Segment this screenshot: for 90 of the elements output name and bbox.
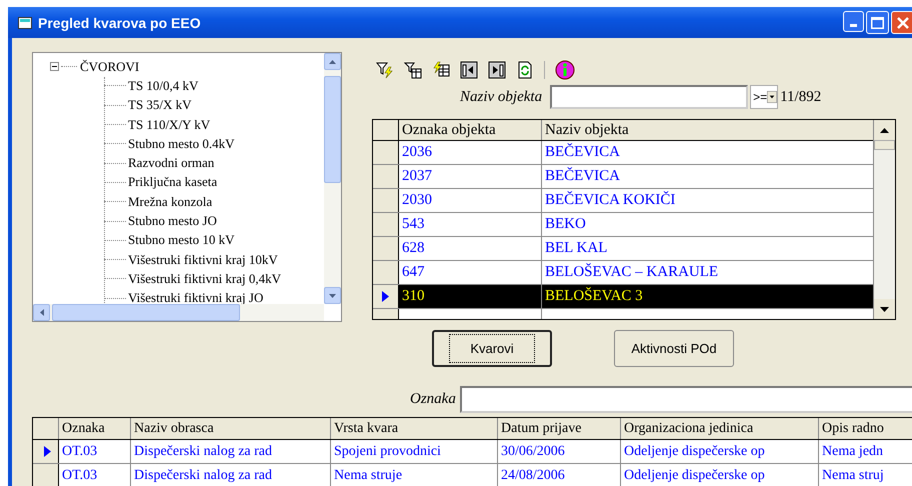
tree-item[interactable]: ČVOROVI [80,58,140,75]
search-label: Naziv objekta [460,88,542,106]
table-cell: Odeljenje dispečerske op [621,464,819,486]
tree-item[interactable]: TS 35/X kV [128,97,192,114]
table-cell: 543 [399,213,542,236]
table-cell-text: BEČEVICA KOKIČI [544,190,676,210]
operator-dropdown[interactable]: >= [750,85,778,109]
maximize-icon [871,16,884,28]
column-header[interactable]: Naziv objekta [542,120,873,140]
table-cell: Dispečerski nalog za rad [131,440,331,463]
scroll-thumb[interactable] [324,76,341,183]
filter-icon[interactable] [376,61,394,79]
table-cell-text: BELOŠEVAC – KARAULE [544,262,720,282]
vertical-scrollbar[interactable] [873,120,895,319]
column-header[interactable]: Opis radno [819,418,912,439]
tree-item[interactable]: Stubno mesto 0.4kV [128,136,235,152]
column-header[interactable]: Naziv obrasca [131,418,331,439]
up-arrow-icon[interactable] [880,128,889,132]
tree-item[interactable]: Višestruki fiktivni kraj 10kV [128,252,278,268]
collapse-icon[interactable] [50,62,59,72]
table-cell: 647 [399,261,542,284]
table-cell: OT.03 [59,440,131,463]
table-cell: Odeljenje dispečerske op [621,440,819,463]
window-icon [18,16,32,28]
table-cell-text: BEKO [544,215,587,234]
vertical-scrollbar[interactable] [324,53,341,304]
table-row[interactable]: 2036 BEČEVICA [373,141,873,165]
refresh-icon[interactable] [516,61,534,79]
table-cell: Nema struj [819,464,912,486]
table-cell: 310 [399,285,542,308]
table-cell-text: BEČEVICA [544,142,621,162]
table-cell: Nema jedn [819,440,912,463]
tree-item[interactable]: Razvodni orman [128,155,214,172]
column-header[interactable]: Vrsta kvara [331,418,498,439]
table-cell: BELOŠEVAC 3 [542,285,873,308]
filter-table-icon[interactable] [404,61,422,79]
table-row[interactable]: 2030 BEČEVICA KOKIČI [373,189,873,213]
scroll-thumb[interactable] [874,140,895,150]
tree-item[interactable]: TS 110/X/Y kV [128,116,210,133]
table-cell: 24/08/2006 [498,464,621,486]
column-header[interactable]: Datum prijave [498,418,621,439]
table-row[interactable]: 310 BELOŠEVAC 3 [373,285,873,309]
close-icon [896,16,908,28]
close-button[interactable] [891,11,912,34]
search-field[interactable] [550,85,748,109]
clear-filter-icon[interactable] [432,61,450,79]
row-pointer-icon [382,291,389,302]
left-arrow-icon[interactable] [40,309,44,316]
window-title: Pregled kvarova po EEO [38,14,202,30]
down-arrow-icon[interactable] [880,306,889,312]
horizontal-scrollbar[interactable] [33,304,324,321]
maximize-button[interactable] [866,11,889,34]
tree-item[interactable]: Mrežna konzola [128,194,212,210]
tree-item[interactable]: TS 10/0,4 kV [128,78,198,94]
tree-item[interactable]: Višestruki fiktivni kraj 0,4kV [128,270,282,287]
table-cell: Spojeni provodnici [331,440,498,463]
table-row[interactable]: 628 BEL KAL [373,237,873,261]
row-pointer-icon [44,446,50,457]
action-button[interactable]: Kvarovi [432,330,552,367]
table-cell: 2037 [399,165,542,188]
column-header[interactable]: Oznaka [59,418,131,439]
filter-field[interactable] [460,386,912,413]
tree-item[interactable]: Stubno mesto 10 kV [128,232,235,248]
tree-item[interactable]: Stubno mesto JO [128,213,217,230]
table-row[interactable]: 2037 BEČEVICA [373,165,873,189]
minimize-button[interactable] [843,11,864,32]
record-count: 11/892 [780,88,822,106]
table-cell: 2036 [399,141,542,164]
minimize-icon [850,24,857,27]
table-row[interactable]: 543 BEKO [373,213,873,237]
table-cell: 628 [399,237,542,260]
tree-item[interactable]: Priključna kaseta [128,174,218,190]
table-cell: Dispečerski nalog za rad [131,464,331,486]
table-cell-text: BEČEVICA [544,166,621,186]
table-row[interactable]: OT.03 Dispečerski nalog za rad Spojeni provodnici 30/06/2006 Odeljenje dispečerske op Nema jedn [33,440,912,464]
column-header[interactable]: Oznaka objekta [399,120,542,140]
filter-label: Oznaka [410,391,456,408]
info-icon[interactable] [555,60,575,80]
last-record-icon[interactable] [488,61,506,79]
action-button[interactable]: Aktivnosti POd [614,330,734,367]
table-cell: Nema struje [331,464,498,486]
table-cell: 30/06/2006 [498,440,621,463]
column-header[interactable]: Organizaciona jedinica [621,418,819,439]
table-row[interactable]: OT.03 Dispečerski nalog za rad Nema struje 24/08/2006 Odeljenje dispečerske op Nema struj [33,464,912,486]
table-cell-text: BEL KAL [544,239,608,258]
table-cell: 2030 [399,189,542,212]
tree-item[interactable]: Višestruki fiktivni kraj JO [128,290,264,306]
scroll-thumb[interactable] [52,304,240,321]
first-record-icon[interactable] [460,61,478,79]
table-cell: OT.03 [59,464,131,486]
